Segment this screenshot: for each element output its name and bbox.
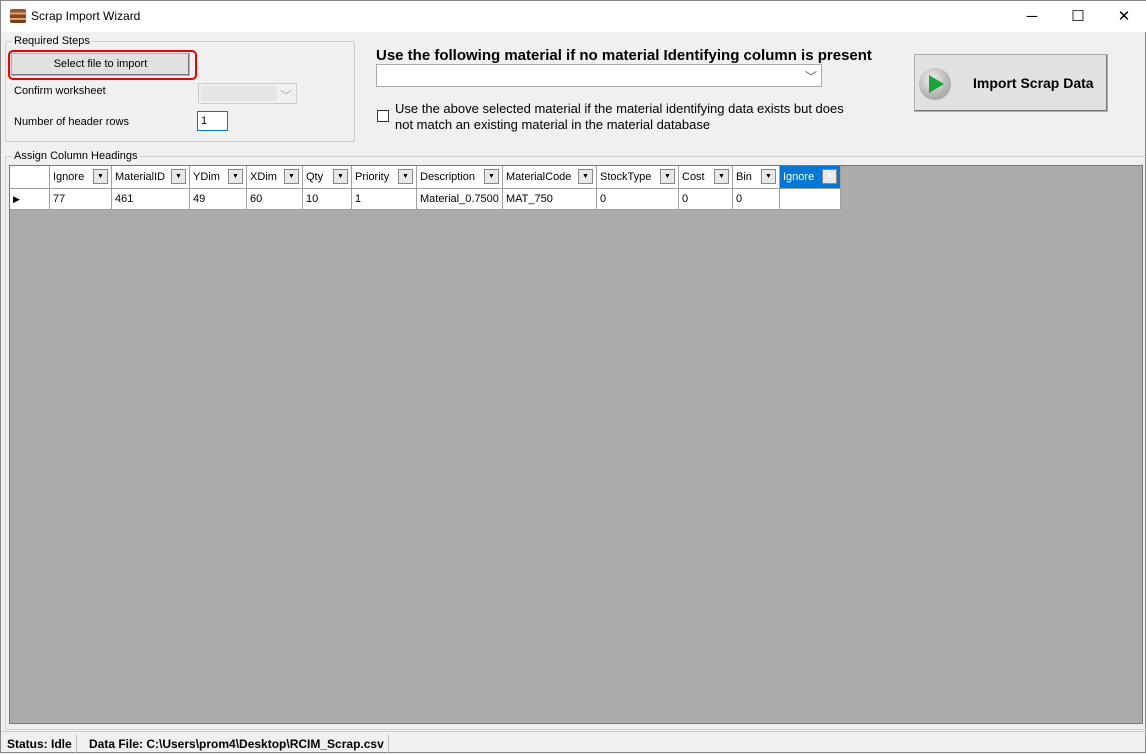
row-header[interactable]: ▶	[10, 189, 50, 210]
column-header[interactable]: Ignore ▼	[780, 166, 841, 189]
use-material-checkbox-label[interactable]: Use the above selected material if the m…	[395, 101, 845, 133]
column-header-label: YDim	[193, 171, 220, 183]
header-rows-input[interactable]: 1	[197, 111, 228, 131]
table-cell[interactable]: 461	[112, 189, 190, 210]
maximize-button[interactable]: ☐	[1055, 1, 1101, 32]
app-icon	[10, 9, 26, 23]
column-dropdown-icon[interactable]: ▼	[660, 169, 675, 184]
column-dropdown-icon[interactable]: ▼	[171, 169, 186, 184]
column-dropdown-icon[interactable]: ▼	[714, 169, 729, 184]
table-cell[interactable]: 77	[50, 189, 112, 210]
column-dropdown-icon[interactable]: ▼	[822, 169, 837, 184]
column-dropdown-icon[interactable]: ▼	[761, 169, 776, 184]
column-header-label: Description	[420, 171, 476, 183]
column-header-label: Ignore	[53, 171, 85, 183]
column-header[interactable]: StockType ▼	[597, 166, 679, 189]
status-text: Status: Idle	[3, 735, 77, 754]
use-material-checkbox[interactable]	[377, 110, 389, 122]
highlight-annotation	[8, 50, 197, 80]
confirm-worksheet-label: Confirm worksheet	[14, 85, 106, 97]
column-header-label: MaterialID	[115, 171, 166, 183]
assign-columns-legend: Assign Column Headings	[14, 150, 138, 162]
status-bar: Status: Idle Data File: C:\Users\prom4\D…	[1, 731, 1146, 754]
column-header[interactable]: Cost ▼	[679, 166, 733, 189]
window-title: Scrap Import Wizard	[31, 9, 141, 23]
material-heading: Use the following material if no materia…	[376, 47, 872, 64]
data-grid[interactable]: ▶ Ignore ▼ 77 MaterialID ▼ 461 YDim ▼ 49 XDim ▼ 60 Qt…	[9, 165, 1143, 724]
required-steps-legend: Required Steps	[14, 35, 90, 47]
column-dropdown-icon[interactable]: ▼	[333, 169, 348, 184]
column-header-label: Qty	[306, 171, 324, 183]
column-header[interactable]: MaterialCode ▼	[503, 166, 597, 189]
import-scrap-data-label[interactable]: Import Scrap Data	[973, 75, 1094, 91]
play-icon	[919, 68, 951, 100]
column-dropdown-icon[interactable]: ▼	[578, 169, 593, 184]
column-header-label: StockType	[600, 171, 652, 183]
table-cell[interactable]: 1	[352, 189, 417, 210]
chevron-down-icon: ﹀	[804, 70, 817, 84]
close-button[interactable]: ✕	[1101, 1, 1146, 32]
material-select[interactable]: ﹀	[376, 64, 822, 87]
table-cell[interactable]: 49	[190, 189, 247, 210]
table-cell[interactable]: MAT_750	[503, 189, 597, 210]
column-header-label: Priority	[355, 171, 390, 183]
minimize-button[interactable]: ─	[1009, 1, 1055, 32]
table-cell[interactable]	[780, 189, 841, 210]
column-header[interactable]: Description ▼	[417, 166, 503, 189]
column-header[interactable]: XDim ▼	[247, 166, 303, 189]
column-header-label: XDim	[250, 171, 277, 183]
table-cell[interactable]: 0	[733, 189, 780, 210]
column-header[interactable]: YDim ▼	[190, 166, 247, 189]
table-cell[interactable]: 0	[597, 189, 679, 210]
table-cell[interactable]: 0	[679, 189, 733, 210]
table-cell[interactable]: Material_0.7500	[417, 189, 503, 210]
table-cell[interactable]: 10	[303, 189, 352, 210]
column-header[interactable]: Priority ▼	[352, 166, 417, 189]
header-rows-label: Number of header rows	[14, 116, 129, 128]
column-dropdown-icon[interactable]: ▼	[93, 169, 108, 184]
column-dropdown-icon[interactable]: ▼	[228, 169, 243, 184]
column-header[interactable]: Ignore ▼	[50, 166, 112, 189]
column-dropdown-icon[interactable]: ▼	[284, 169, 299, 184]
row-header-corner	[10, 166, 50, 189]
row-pointer-icon: ▶	[13, 194, 20, 204]
column-dropdown-icon[interactable]: ▼	[484, 169, 499, 184]
column-header-label: Bin	[736, 171, 752, 183]
worksheet-select[interactable]: ﹀	[198, 83, 297, 104]
chevron-down-icon: ﹀	[279, 89, 292, 103]
worksheet-value	[201, 86, 277, 101]
column-header[interactable]: Bin ▼	[733, 166, 780, 189]
data-file-path: Data File: C:\Users\prom4\Desktop\RCIM_S…	[85, 735, 389, 754]
column-dropdown-icon[interactable]: ▼	[398, 169, 413, 184]
column-header-label: MaterialCode	[506, 171, 572, 183]
column-header[interactable]: Qty ▼	[303, 166, 352, 189]
column-header-label: Cost	[682, 171, 705, 183]
column-header[interactable]: MaterialID ▼	[112, 166, 190, 189]
title-bar: Scrap Import Wizard ─ ☐ ✕	[1, 1, 1146, 32]
table-cell[interactable]: 60	[247, 189, 303, 210]
column-header-label: Ignore	[783, 171, 815, 183]
